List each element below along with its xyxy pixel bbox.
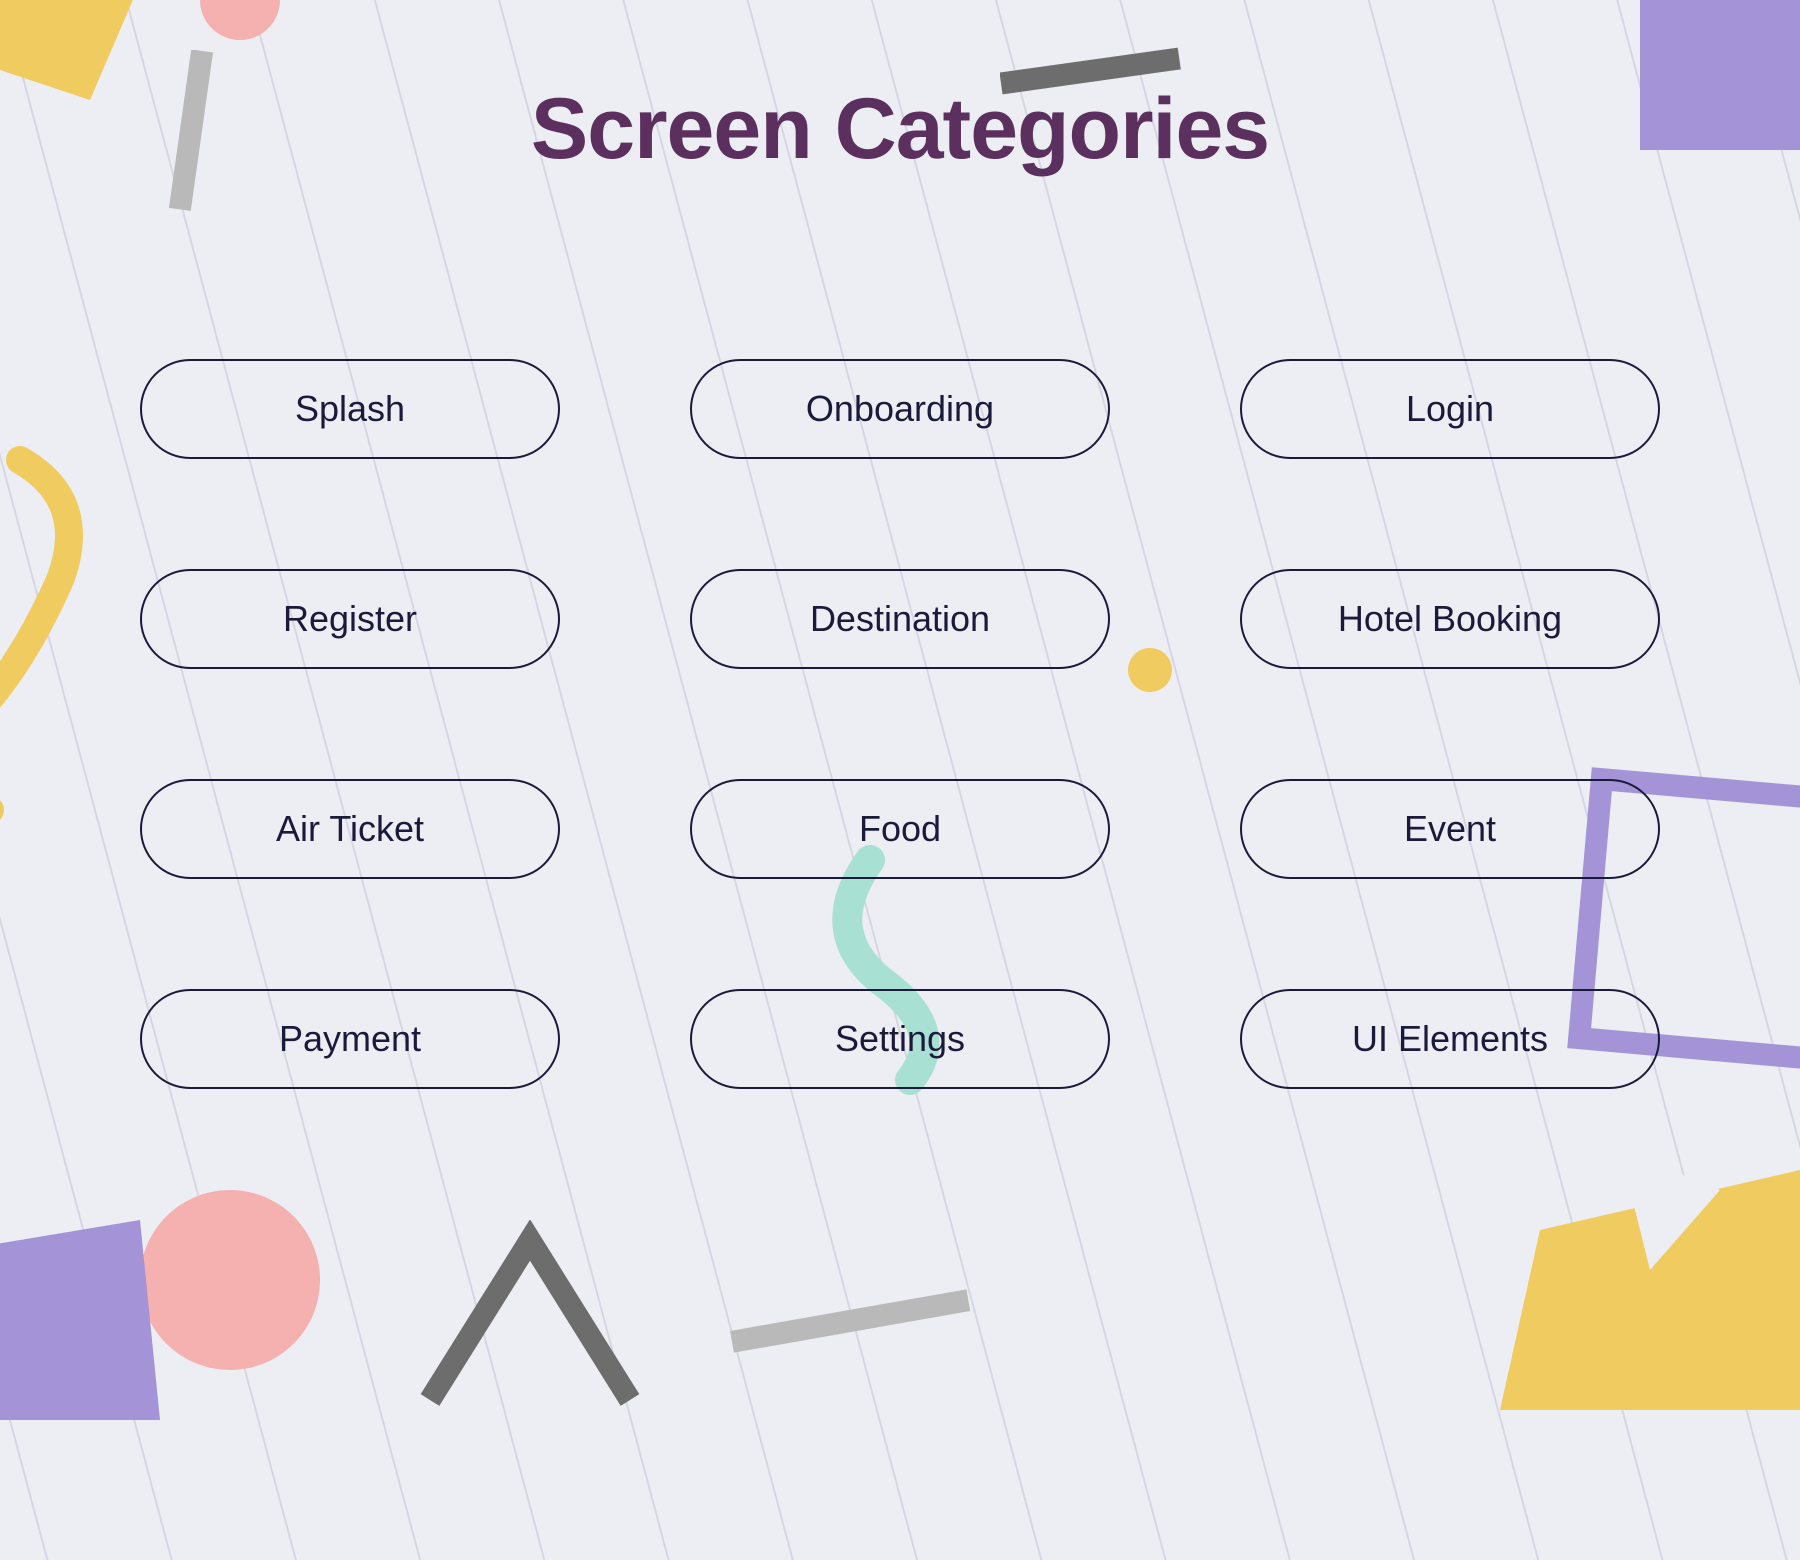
category-onboarding[interactable]: Onboarding: [690, 359, 1110, 459]
category-ui-elements[interactable]: UI Elements: [1240, 989, 1660, 1089]
category-event[interactable]: Event: [1240, 779, 1660, 879]
category-grid: Splash Onboarding Login Register Destina…: [140, 359, 1660, 1089]
category-login[interactable]: Login: [1240, 359, 1660, 459]
page-title: Screen Categories: [531, 80, 1269, 179]
category-destination[interactable]: Destination: [690, 569, 1110, 669]
category-register[interactable]: Register: [140, 569, 560, 669]
category-air-ticket[interactable]: Air Ticket: [140, 779, 560, 879]
category-payment[interactable]: Payment: [140, 989, 560, 1089]
category-settings[interactable]: Settings: [690, 989, 1110, 1089]
category-splash[interactable]: Splash: [140, 359, 560, 459]
category-hotel-booking[interactable]: Hotel Booking: [1240, 569, 1660, 669]
category-food[interactable]: Food: [690, 779, 1110, 879]
